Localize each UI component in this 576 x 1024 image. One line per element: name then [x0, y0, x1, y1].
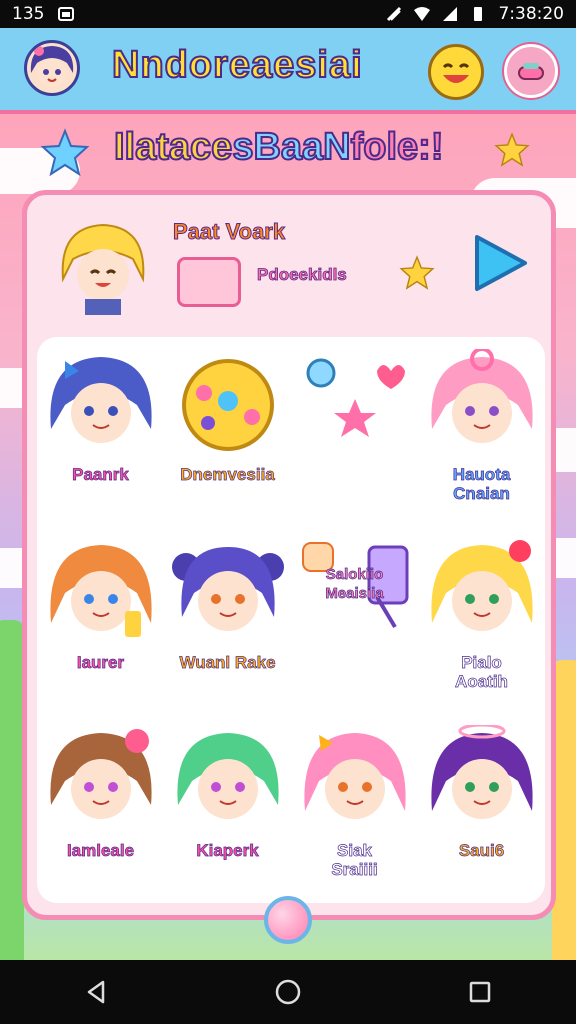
- character-blonde-hair-icon: [431, 540, 533, 631]
- play-button[interactable]: [465, 229, 533, 297]
- scenery-pillar: [0, 620, 24, 960]
- character-green-hair-icon: [177, 733, 279, 819]
- character-blue-hair-icon: [50, 357, 152, 443]
- character-label: Saui6: [458, 841, 505, 861]
- character-card[interactable]: Iaurer: [37, 525, 164, 713]
- character-purple-twintails-icon: [172, 547, 284, 631]
- signal-muted-icon: [387, 6, 402, 22]
- recents-button[interactable]: [460, 972, 500, 1012]
- banner-part-2: sBaaN: [231, 125, 351, 169]
- character-label: Iamleale: [66, 841, 135, 861]
- main-card: Paat Voark Pdoeekidls Paanrk Dnemvesiia …: [22, 190, 556, 920]
- character-card[interactable]: Hauota Cnaian: [418, 337, 545, 525]
- home-icon: [275, 979, 301, 1005]
- character-card[interactable]: Wuanl Rake: [164, 525, 291, 713]
- back-icon: [87, 980, 105, 1004]
- user-avatar[interactable]: [24, 40, 80, 96]
- status-time: 7:38:20: [498, 4, 564, 24]
- featured-section[interactable]: Paat Voark Pdoeekidls: [51, 209, 531, 329]
- wifi-icon: [414, 7, 431, 21]
- character-card[interactable]: Paanrk: [37, 337, 164, 525]
- character-card[interactable]: Iamleale: [37, 713, 164, 901]
- orb-item-icon: [182, 359, 274, 451]
- character-card[interactable]: Saui6: [418, 713, 545, 901]
- star-icon: [40, 128, 90, 177]
- system-nav-bar: [0, 960, 576, 1024]
- character-label: Hauota Cnaian: [452, 465, 511, 504]
- gift-box-icon: [177, 257, 241, 307]
- status-bar: 135 7:38:20: [0, 0, 576, 28]
- bottom-orb-button[interactable]: [264, 896, 312, 944]
- banner-part-3: fole:!: [350, 125, 445, 169]
- decor-card: [291, 337, 418, 525]
- item-label: Dnemvesiia: [180, 465, 275, 485]
- character-label: Pialo Aoatih: [455, 653, 509, 692]
- profile-button[interactable]: [504, 44, 558, 98]
- featured-subtitle: Pdoeekidls: [257, 265, 348, 285]
- banner-heading: IlatacesBaaNfole:!: [113, 125, 445, 169]
- character-label: Wuanl Rake: [179, 653, 276, 673]
- character-brown-hair-icon: [50, 729, 152, 819]
- featured-title: Paat Voark: [172, 219, 286, 245]
- back-button[interactable]: [76, 972, 116, 1012]
- battery-icon: [474, 7, 483, 21]
- app-title: Nndoreaesiai: [111, 43, 363, 87]
- character-orange-hair-icon: [50, 545, 152, 637]
- item-card[interactable]: Dnemvesiia: [164, 337, 291, 525]
- character-card[interactable]: Siak Sraiiii: [291, 713, 418, 901]
- character-label: Paanrk: [72, 465, 129, 485]
- home-button[interactable]: [268, 972, 308, 1012]
- character-grid: Paanrk Dnemvesiia Hauota Cnaian Iaurer W…: [37, 337, 545, 903]
- character-card[interactable]: Pialo Aoatih: [418, 525, 545, 713]
- star-icon: [494, 132, 530, 167]
- character-label: Siak Sraiiii: [331, 841, 378, 880]
- smiley-face-icon: [442, 63, 470, 83]
- featured-character-icon: [61, 223, 145, 315]
- recents-icon: [469, 981, 491, 1003]
- status-left-text: 135: [12, 4, 45, 24]
- star-icon: [399, 255, 435, 290]
- gallery-icon: [58, 7, 75, 21]
- character-purple-hair-icon: [431, 725, 533, 819]
- cell-signal-icon: [443, 7, 458, 21]
- mask-icon: [518, 63, 544, 80]
- item-card[interactable]: Salokiio Meaisiia: [291, 525, 418, 713]
- character-card[interactable]: Kiaperk: [164, 713, 291, 901]
- character-avatar-icon: [30, 46, 74, 87]
- character-label: Kiaperk: [196, 841, 259, 861]
- character-pink-hair-icon: [431, 349, 533, 443]
- character-pink-braid-icon: [304, 733, 406, 819]
- banner-part-1: Ilatace: [113, 125, 233, 169]
- smiley-icon[interactable]: [428, 44, 484, 100]
- character-label: Iaurer: [76, 653, 125, 673]
- decor-hearts-icon: [306, 358, 405, 437]
- item-label: Salokiio Meaisiia: [325, 566, 384, 603]
